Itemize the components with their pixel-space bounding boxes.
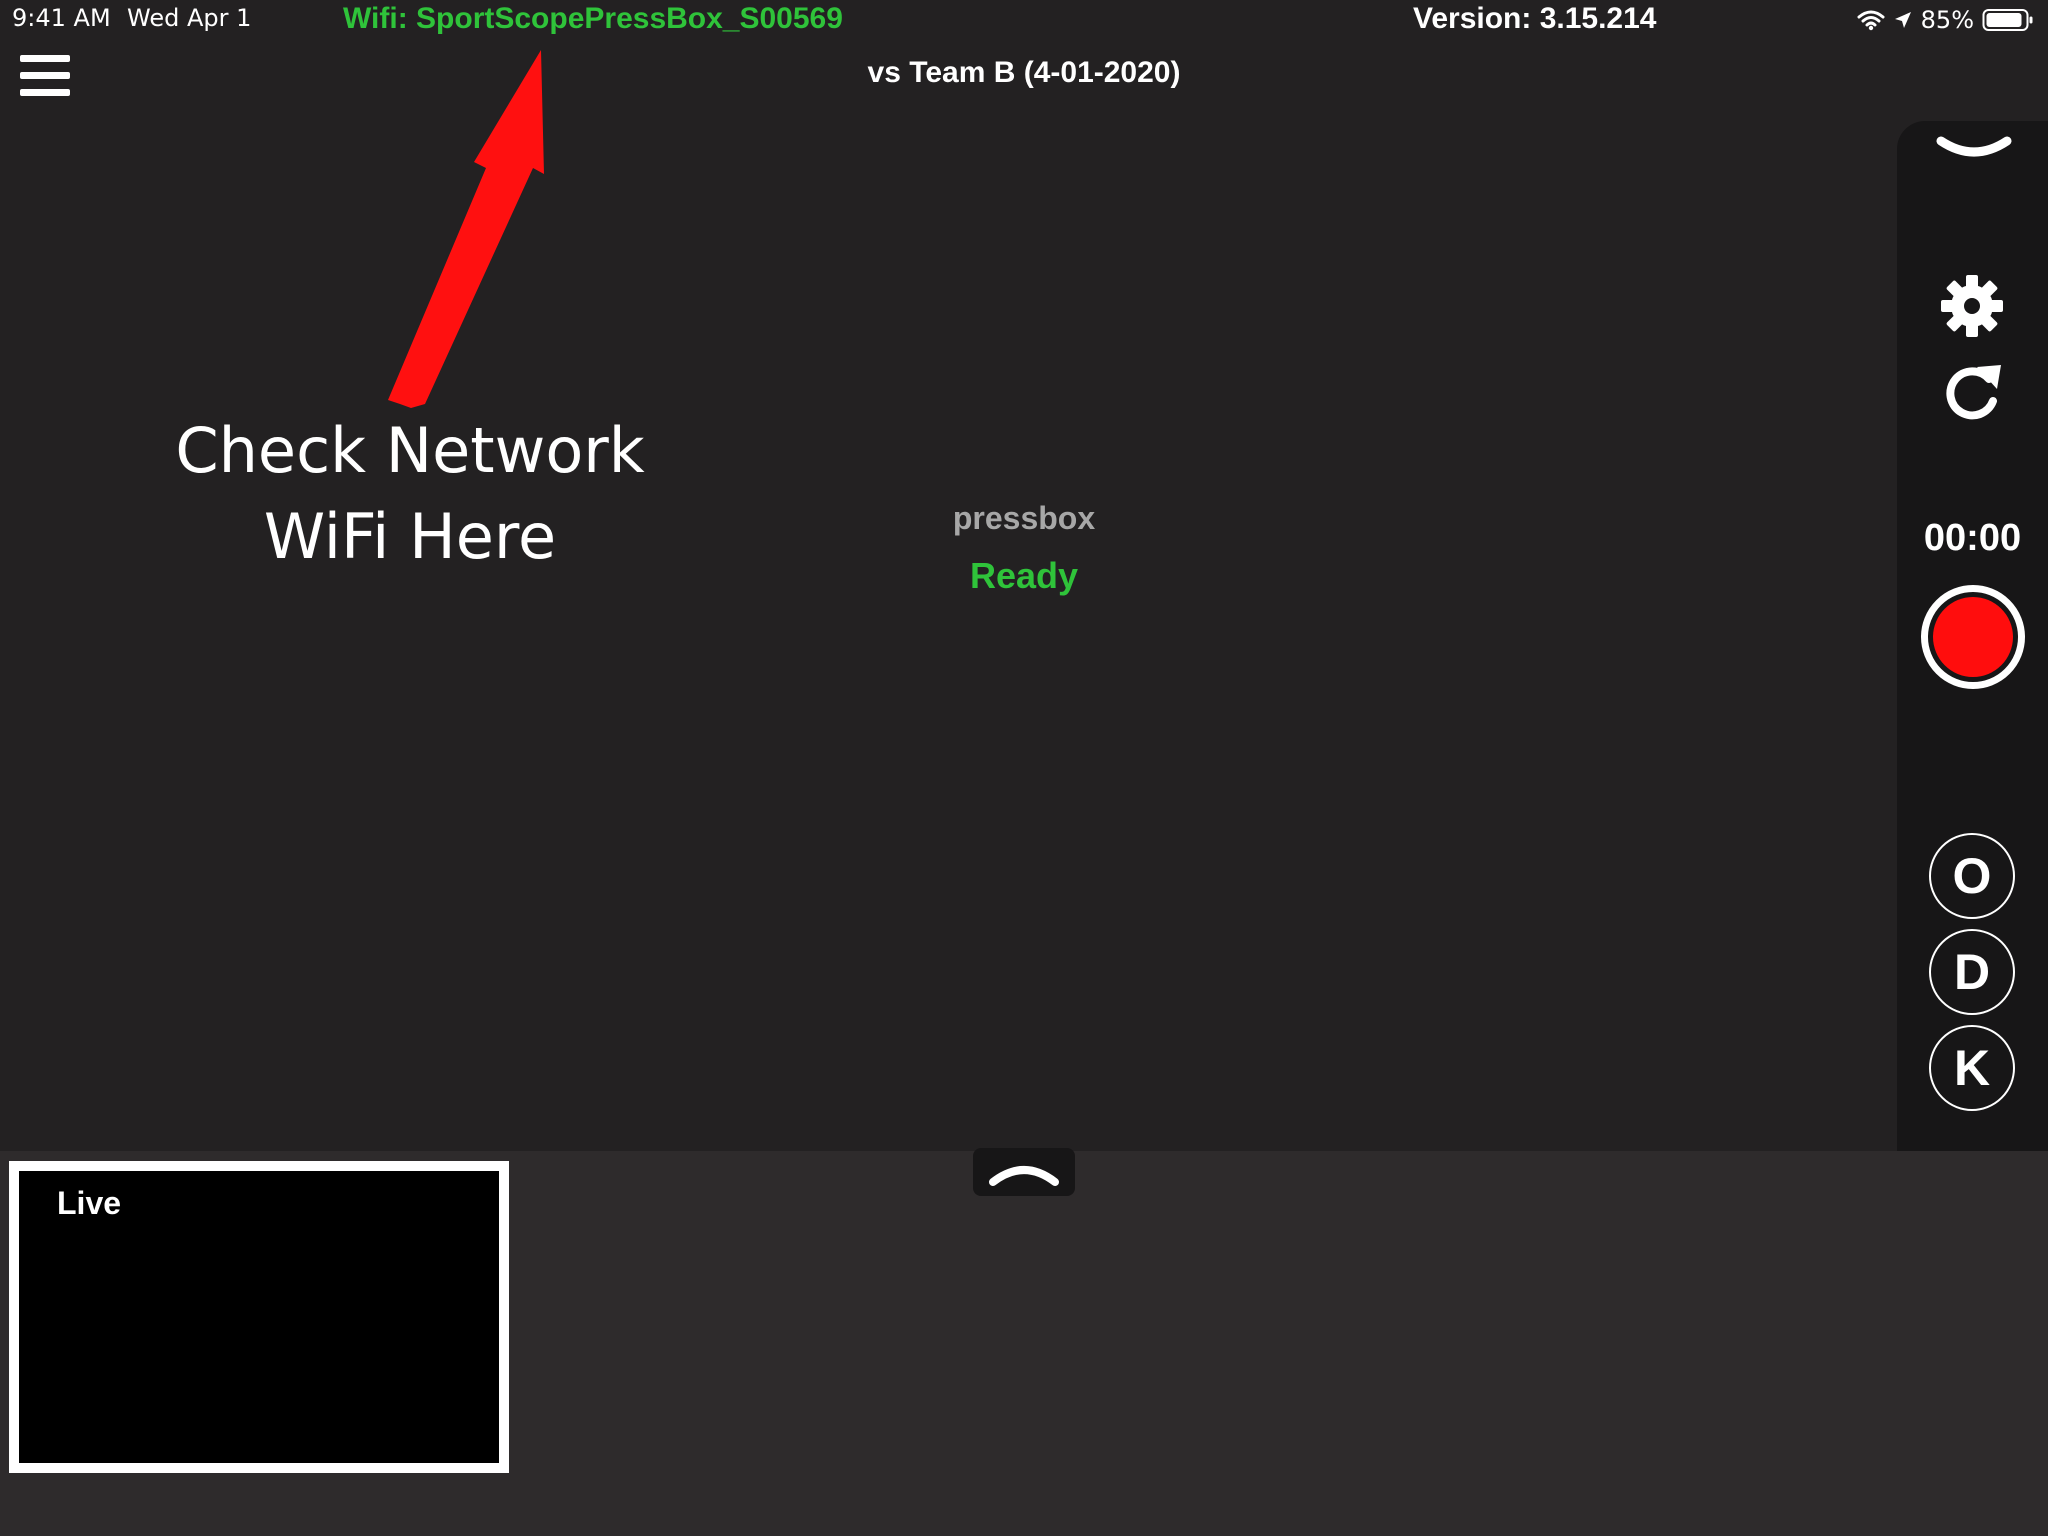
gear-icon[interactable]	[1939, 273, 2005, 339]
record-button[interactable]	[1921, 585, 2025, 689]
status-date: Wed Apr 1	[127, 4, 252, 32]
live-label: Live	[57, 1185, 122, 1221]
chevron-down-icon[interactable]	[1935, 131, 2013, 171]
expand-tray-button[interactable]	[973, 1148, 1075, 1196]
device-status: Ready	[969, 555, 1079, 596]
chevron-up-icon	[989, 1166, 1059, 1186]
status-indicators: 85%	[1857, 4, 2034, 36]
wifi-network-name: Wifi: SportScopePressBox_S00569	[343, 2, 843, 35]
control-panel: 00:00 O D K	[1897, 121, 2048, 1151]
live-preview-thumbnail[interactable]: Live	[9, 1161, 509, 1473]
kicking-button[interactable]: K	[1929, 1025, 2015, 1111]
status-time: 9:41 AM	[12, 4, 111, 32]
record-icon	[1933, 597, 2013, 677]
recording-timer: 00:00	[1923, 517, 2022, 559]
annotation-line-1: Check Network	[175, 414, 645, 487]
game-title: vs Team B (4-01-2020)	[867, 56, 1181, 89]
app-screen: 9:41 AM Wed Apr 1 Wifi: SportScopePressB…	[0, 0, 2048, 1536]
app-version: Version: 3.15.214	[1413, 2, 1657, 35]
defense-button[interactable]: D	[1929, 929, 2015, 1015]
battery-percent: 85%	[1920, 6, 1974, 34]
wifi-icon	[1857, 10, 1885, 31]
device-name: pressbox	[952, 500, 1096, 536]
refresh-icon[interactable]	[1939, 359, 2005, 425]
location-arrow-icon	[1894, 12, 1911, 28]
battery-icon	[1982, 9, 2033, 31]
offense-button[interactable]: O	[1929, 833, 2015, 919]
status-bar: 9:41 AM Wed Apr 1 Wifi: SportScopePressB…	[0, 0, 2048, 40]
